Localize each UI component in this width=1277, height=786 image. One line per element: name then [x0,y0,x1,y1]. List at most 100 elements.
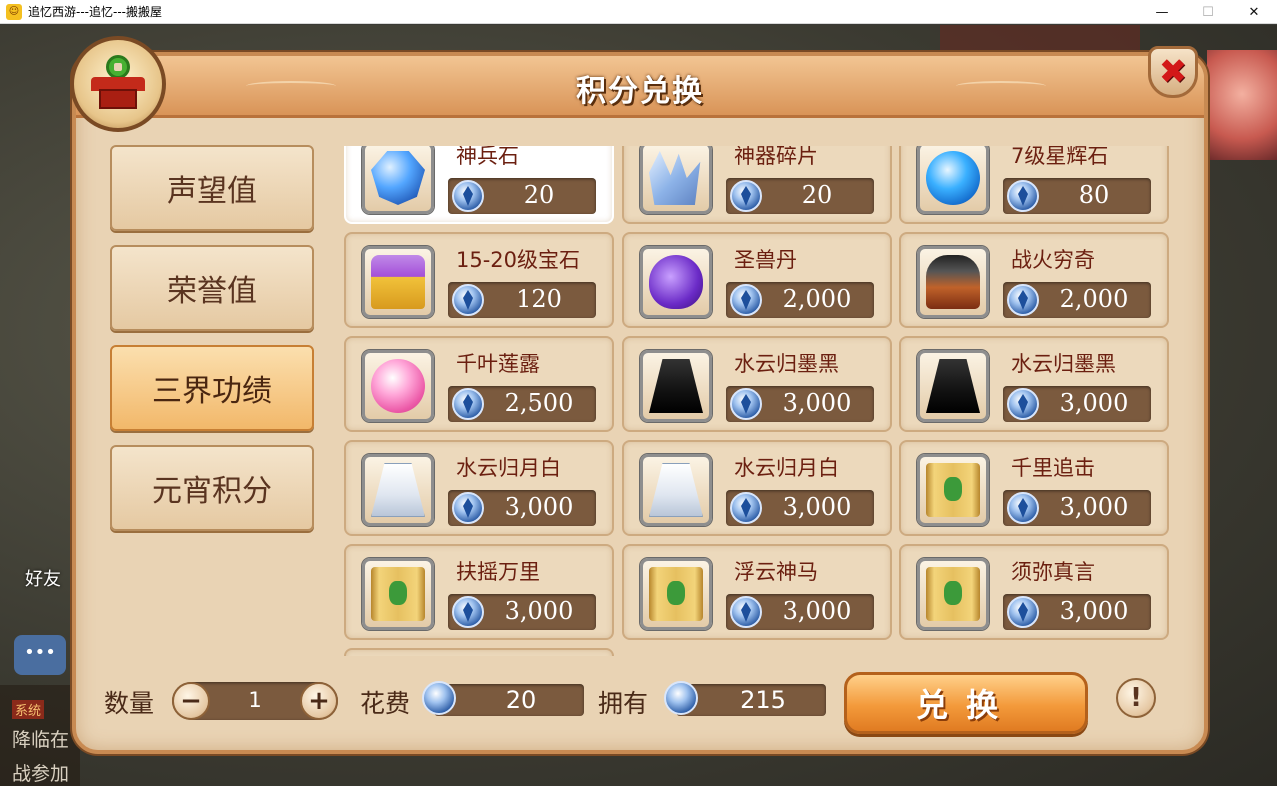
item-card[interactable]: 战火穷奇 2,000 [899,232,1169,328]
item-name: 扶摇万里 [456,560,540,584]
war-beast-icon [926,255,980,309]
friend-button-label[interactable]: 好友 [25,565,61,591]
price-value: 80 [1078,181,1110,209]
chat-panel: 系统 降临在 战参加 [0,685,80,786]
item-name: 水云归墨黑 [734,352,839,376]
merit-currency-icon [730,388,762,420]
item-name: 水云归墨黑 [1011,352,1116,376]
minimize-button[interactable]: — [1139,0,1185,24]
price-value: 3,000 [504,597,574,625]
owned-value: 215 [740,686,786,714]
quantity-label: 数量 [104,689,155,718]
merit-currency-icon [452,388,484,420]
black-robe-icon [926,359,980,413]
item-card[interactable]: 扶摇万里 3,000 [344,544,614,640]
white-robe-icon [371,463,425,517]
item-price: 3,000 [726,490,874,526]
maximize-button[interactable]: ☐ [1185,0,1231,24]
price-value: 3,000 [782,389,852,417]
item-icon-frame [362,246,434,318]
item-card[interactable]: 7级星辉石 80 [899,146,1169,224]
item-card[interactable]: 圣兽丹 2,000 [622,232,892,328]
item-card[interactable]: 神兵石 20 [344,146,614,224]
item-icon-frame [640,558,712,630]
increase-quantity-button[interactable]: + [300,682,338,720]
item-name: 15-20级宝石 [456,248,581,272]
item-card[interactable] [344,648,614,656]
treasure-chest-icon [371,255,425,309]
item-price: 3,000 [448,490,596,526]
tab-three-realms-merit[interactable]: 三界功绩 [110,345,314,431]
item-price: 2,000 [1003,282,1151,318]
candy-orb-icon [371,359,425,413]
price-value: 2,000 [1059,285,1129,313]
item-card[interactable]: 水云归墨黑 3,000 [622,336,892,432]
window-title: 追忆西游---追忆---搬搬屋 [28,5,162,19]
merit-currency-icon [452,596,484,628]
skill-scroll-icon [926,567,980,621]
close-window-button[interactable]: ✕ [1231,0,1277,24]
help-icon[interactable]: ! [1116,678,1156,718]
item-name: 神器碎片 [734,146,818,168]
merit-currency-icon [1007,596,1039,628]
item-name: 水云归月白 [456,456,561,480]
merit-currency-icon [452,284,484,316]
quantity-stepper: − 1 + [172,682,338,720]
item-icon-frame [640,454,712,526]
player-portrait[interactable] [1207,50,1277,160]
price-value: 3,000 [504,493,574,521]
item-icon-frame [917,454,989,526]
chat-bubble-icon[interactable]: ••• [14,635,66,675]
chat-line: 降临在 [12,729,70,751]
blue-orb-icon [926,151,980,205]
bg-top-hud [940,25,1140,55]
exchange-button[interactable]: 兑换 [844,672,1088,734]
item-icon-frame [640,350,712,422]
item-icon-frame [917,350,989,422]
item-card[interactable]: 须弥真言 3,000 [899,544,1169,640]
merit-currency-icon [730,180,762,212]
item-icon-frame [917,146,989,214]
price-value: 20 [523,181,555,209]
item-card[interactable]: 千叶莲露 2,500 [344,336,614,432]
item-icon-frame [362,454,434,526]
window-titlebar: ☺ 追忆西游---追忆---搬搬屋 — ☐ ✕ [0,0,1277,24]
quantity-value[interactable]: 1 [212,688,298,712]
item-icon-frame [917,558,989,630]
merit-currency-icon [664,681,698,715]
item-card[interactable]: 水云归月白 3,000 [622,440,892,536]
exchange-controls: 数量 − 1 + 花费 20 拥有 215 兑换 ! [100,668,1180,734]
tab-lantern-points[interactable]: 元宵积分 [110,445,314,531]
price-value: 3,000 [1059,389,1129,417]
blue-gem-icon [371,151,425,205]
price-value: 3,000 [782,493,852,521]
price-value: 120 [516,285,562,313]
decrease-quantity-button[interactable]: − [172,682,210,720]
item-name: 浮云神马 [734,560,818,584]
window-controls: — ☐ ✕ [1139,0,1277,24]
item-card[interactable]: 水云归月白 3,000 [344,440,614,536]
tab-prestige[interactable]: 声望值 [110,145,314,231]
item-icon-frame [917,246,989,318]
item-card[interactable]: 神器碎片 20 [622,146,892,224]
item-price: 3,000 [1003,490,1151,526]
item-price: 2,500 [448,386,596,422]
item-card[interactable]: 水云归墨黑 3,000 [899,336,1169,432]
item-card[interactable]: 15-20级宝石 120 [344,232,614,328]
item-name: 水云归月白 [734,456,839,480]
item-price: 3,000 [1003,386,1151,422]
merit-currency-icon [1007,180,1039,212]
item-name: 神兵石 [456,146,519,168]
item-price: 20 [448,178,596,214]
item-card[interactable]: 浮云神马 3,000 [622,544,892,640]
item-price: 3,000 [726,386,874,422]
merit-currency-icon [730,284,762,316]
white-robe-icon [649,463,703,517]
tab-honor[interactable]: 荣誉值 [110,245,314,331]
close-panel-button[interactable]: ✖ [1148,46,1198,98]
item-price: 3,000 [726,594,874,630]
merit-currency-icon [1007,492,1039,524]
price-value: 2,500 [504,389,574,417]
item-icon-frame [640,146,712,214]
item-card[interactable]: 千里追击 3,000 [899,440,1169,536]
